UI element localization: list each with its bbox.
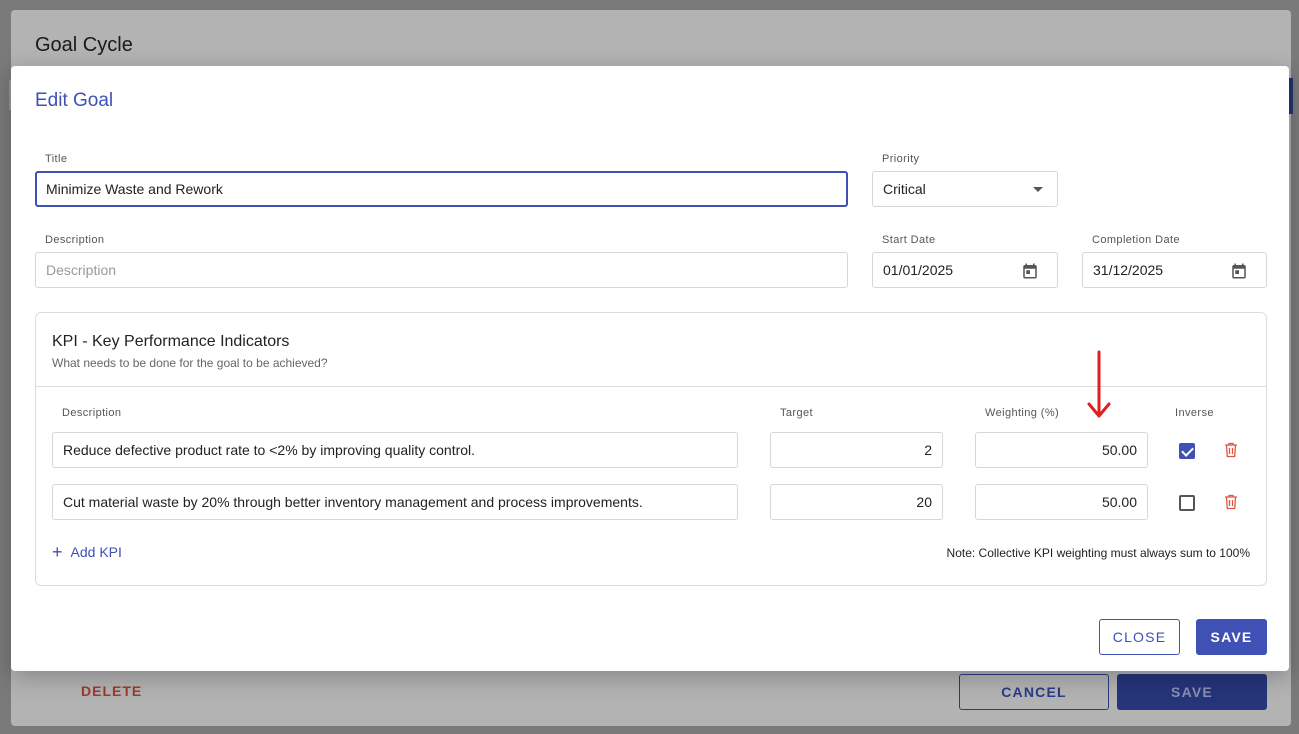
- kpi-weighting-value: 50.00: [1101, 494, 1137, 510]
- add-kpi-button[interactable]: + Add KPI: [52, 542, 122, 562]
- description-placeholder: Description: [46, 262, 117, 278]
- trash-icon[interactable]: [1224, 442, 1238, 458]
- delete-button[interactable]: DELETE: [81, 683, 142, 699]
- cancel-button[interactable]: CANCEL: [959, 674, 1109, 710]
- background-dialog-title: Goal Cycle: [35, 34, 133, 56]
- kpi-weighting-note: Note: Collective KPI weighting must alwa…: [946, 546, 1250, 560]
- inverse-checkbox[interactable]: [1179, 495, 1195, 511]
- kpi-target-value: 2: [924, 442, 932, 458]
- edit-goal-modal: Edit Goal Title Minimize Waste and Rewor…: [11, 66, 1289, 671]
- trash-icon[interactable]: [1224, 494, 1238, 510]
- title-input[interactable]: Minimize Waste and Rework: [35, 171, 848, 207]
- add-kpi-label: Add KPI: [70, 544, 122, 560]
- priority-label: Priority: [882, 153, 920, 165]
- column-header-target: Target: [780, 407, 813, 419]
- description-input[interactable]: Description: [35, 252, 848, 288]
- kpi-weighting-input[interactable]: 50.00: [975, 484, 1148, 520]
- title-label: Title: [45, 153, 68, 165]
- save-button[interactable]: SAVE: [1196, 619, 1267, 655]
- completion-date-value: 31/12/2025: [1093, 262, 1164, 278]
- priority-select[interactable]: Critical: [872, 171, 1058, 207]
- plus-icon: +: [52, 542, 63, 562]
- kpi-target-input[interactable]: 20: [770, 484, 943, 520]
- calendar-icon[interactable]: [1021, 262, 1039, 280]
- completion-date-input[interactable]: 31/12/2025: [1082, 252, 1267, 288]
- column-header-inverse: Inverse: [1175, 407, 1214, 419]
- description-label: Description: [45, 234, 105, 246]
- annotation-arrow-icon: [1087, 350, 1111, 418]
- background-save-button[interactable]: SAVE: [1117, 674, 1267, 710]
- kpi-description-value: Cut material waste by 20% through better…: [63, 494, 643, 510]
- chevron-down-icon: [1033, 187, 1043, 192]
- kpi-description-value: Reduce defective product rate to <2% by …: [63, 442, 476, 458]
- kpi-title: KPI - Key Performance Indicators: [52, 333, 290, 350]
- start-date-input[interactable]: 01/01/2025: [872, 252, 1058, 288]
- modal-title: Edit Goal: [35, 90, 114, 111]
- column-header-description: Description: [62, 407, 122, 419]
- kpi-weighting-value: 50.00: [1101, 442, 1137, 458]
- inverse-checkbox[interactable]: [1179, 443, 1195, 459]
- start-date-value: 01/01/2025: [883, 262, 954, 278]
- column-header-weighting: Weighting (%): [985, 407, 1060, 419]
- kpi-target-value: 20: [916, 494, 932, 510]
- kpi-divider: [36, 386, 1266, 387]
- kpi-section: KPI - Key Performance Indicators What ne…: [35, 312, 1267, 586]
- priority-select-value: Critical: [883, 181, 926, 197]
- close-button[interactable]: CLOSE: [1099, 619, 1180, 655]
- calendar-icon[interactable]: [1230, 262, 1248, 280]
- kpi-weighting-input[interactable]: 50.00: [975, 432, 1148, 468]
- completion-date-label: Completion Date: [1092, 234, 1180, 246]
- kpi-description-input[interactable]: Reduce defective product rate to <2% by …: [52, 432, 738, 468]
- kpi-subtitle: What needs to be done for the goal to be…: [52, 356, 328, 370]
- start-date-label: Start Date: [882, 234, 936, 246]
- title-input-value: Minimize Waste and Rework: [46, 181, 223, 197]
- kpi-target-input[interactable]: 2: [770, 432, 943, 468]
- kpi-description-input[interactable]: Cut material waste by 20% through better…: [52, 484, 738, 520]
